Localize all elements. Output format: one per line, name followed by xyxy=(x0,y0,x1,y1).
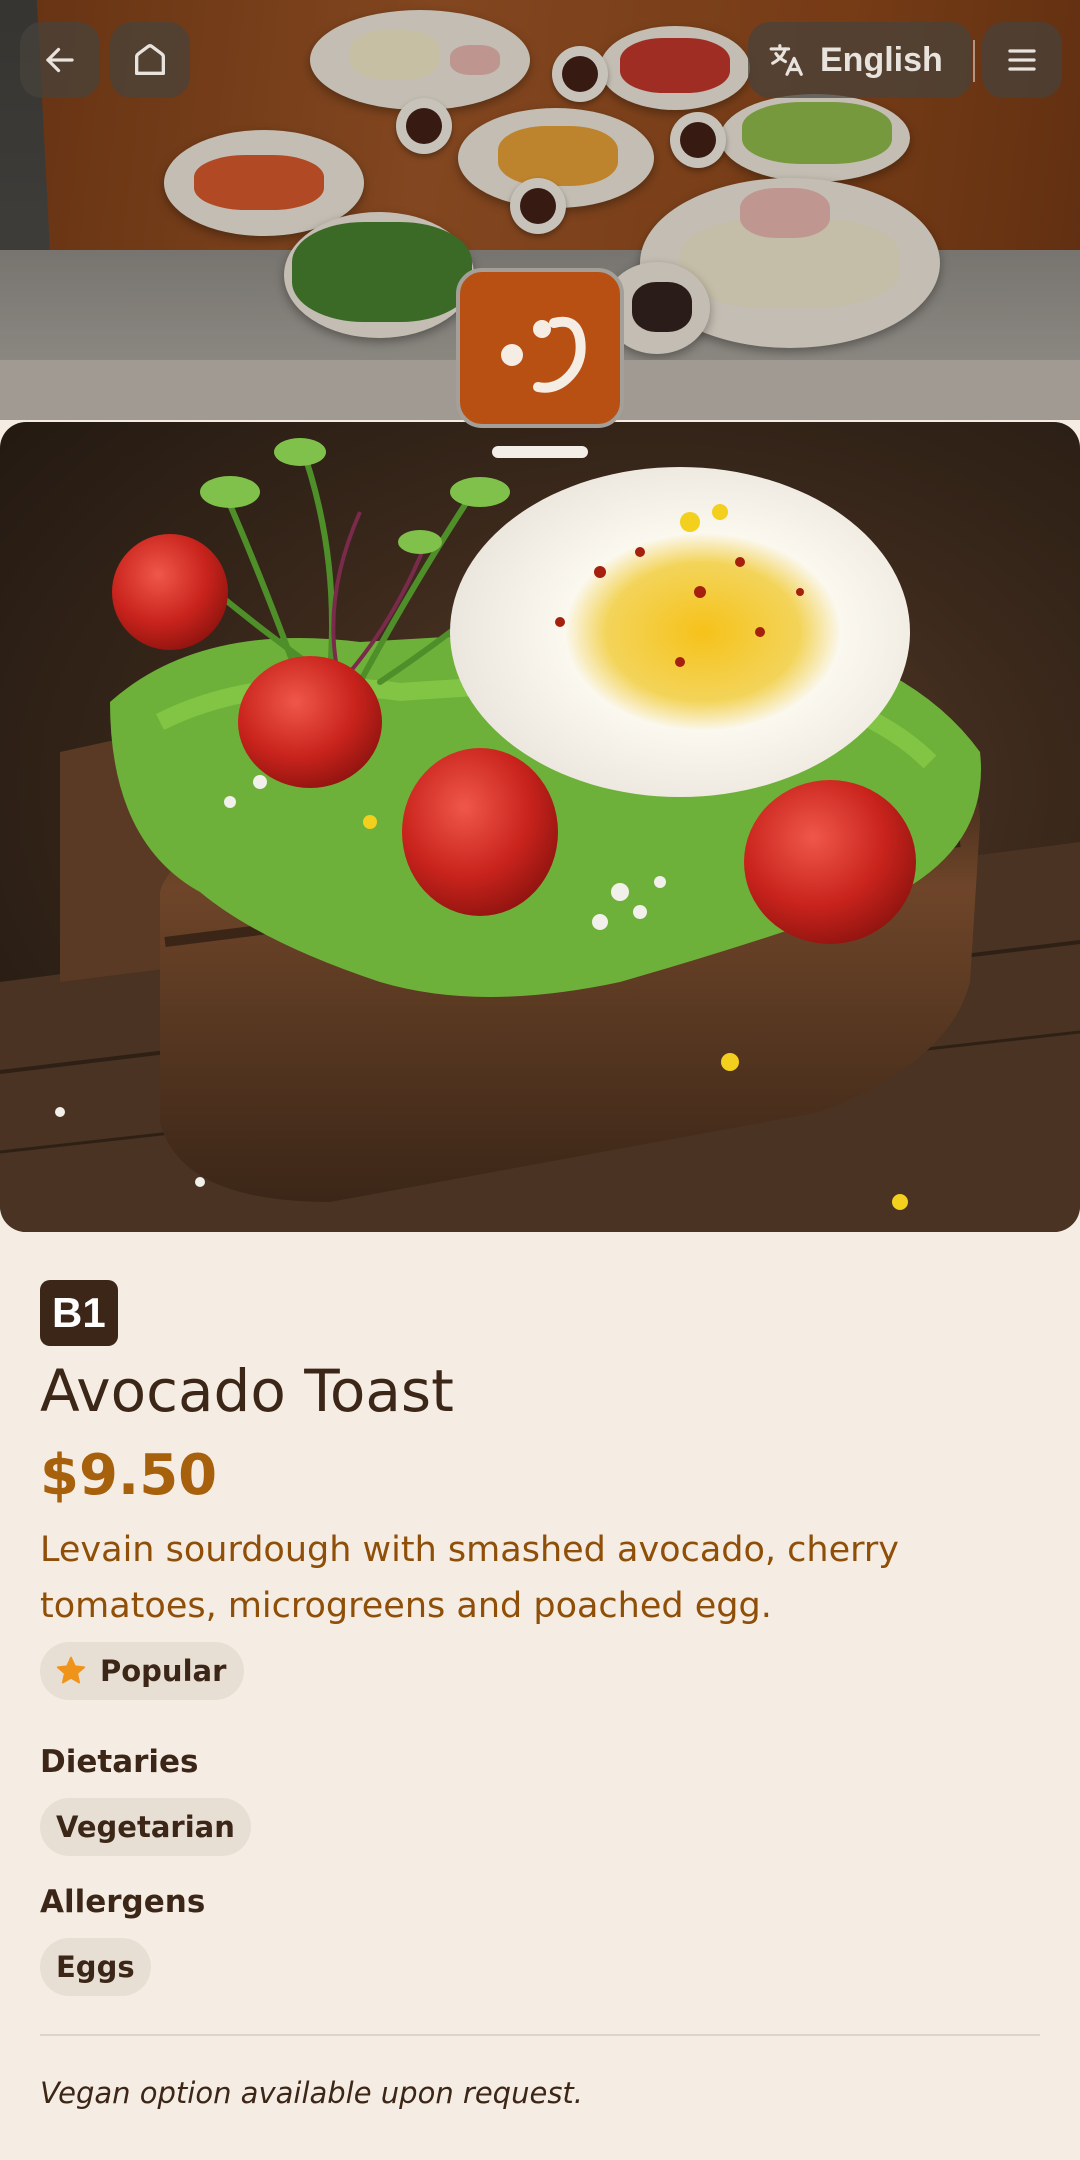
translate-icon xyxy=(769,44,803,76)
dietaries-heading: Dietaries xyxy=(40,1744,199,1780)
avocado-toast-illustration xyxy=(0,438,1080,1232)
item-note: Vegan option available upon request. xyxy=(40,2076,584,2110)
language-label: English xyxy=(820,40,943,79)
sheet-drag-handle[interactable] xyxy=(492,446,588,458)
allergens-heading: Allergens xyxy=(40,1884,206,1920)
hamburger-menu-icon xyxy=(1008,49,1036,71)
allergen-tag: Eggs xyxy=(40,1938,151,1996)
back-button[interactable] xyxy=(20,22,100,98)
popular-badge-label: Popular xyxy=(100,1654,227,1688)
smiley-logo-icon xyxy=(501,316,586,393)
item-title: Avocado Toast xyxy=(40,1357,454,1425)
popular-badge: Popular xyxy=(40,1642,245,1700)
home-button[interactable] xyxy=(110,22,190,98)
item-description: Levain sourdough with smashed avocado, c… xyxy=(40,1530,899,1626)
section-divider xyxy=(40,2034,1040,2036)
star-icon xyxy=(56,1656,86,1684)
home-icon xyxy=(135,44,165,76)
item-code-badge: B1 xyxy=(40,1280,118,1346)
item-price: $9.50 xyxy=(40,1443,218,1508)
arrow-left-icon xyxy=(46,47,74,73)
dietary-tag: Vegetarian xyxy=(40,1798,251,1856)
item-photo xyxy=(0,422,1080,1232)
language-selector[interactable]: English xyxy=(748,22,972,98)
brand-logo[interactable] xyxy=(456,268,624,428)
header-divider xyxy=(973,40,975,82)
menu-button[interactable] xyxy=(982,22,1062,98)
